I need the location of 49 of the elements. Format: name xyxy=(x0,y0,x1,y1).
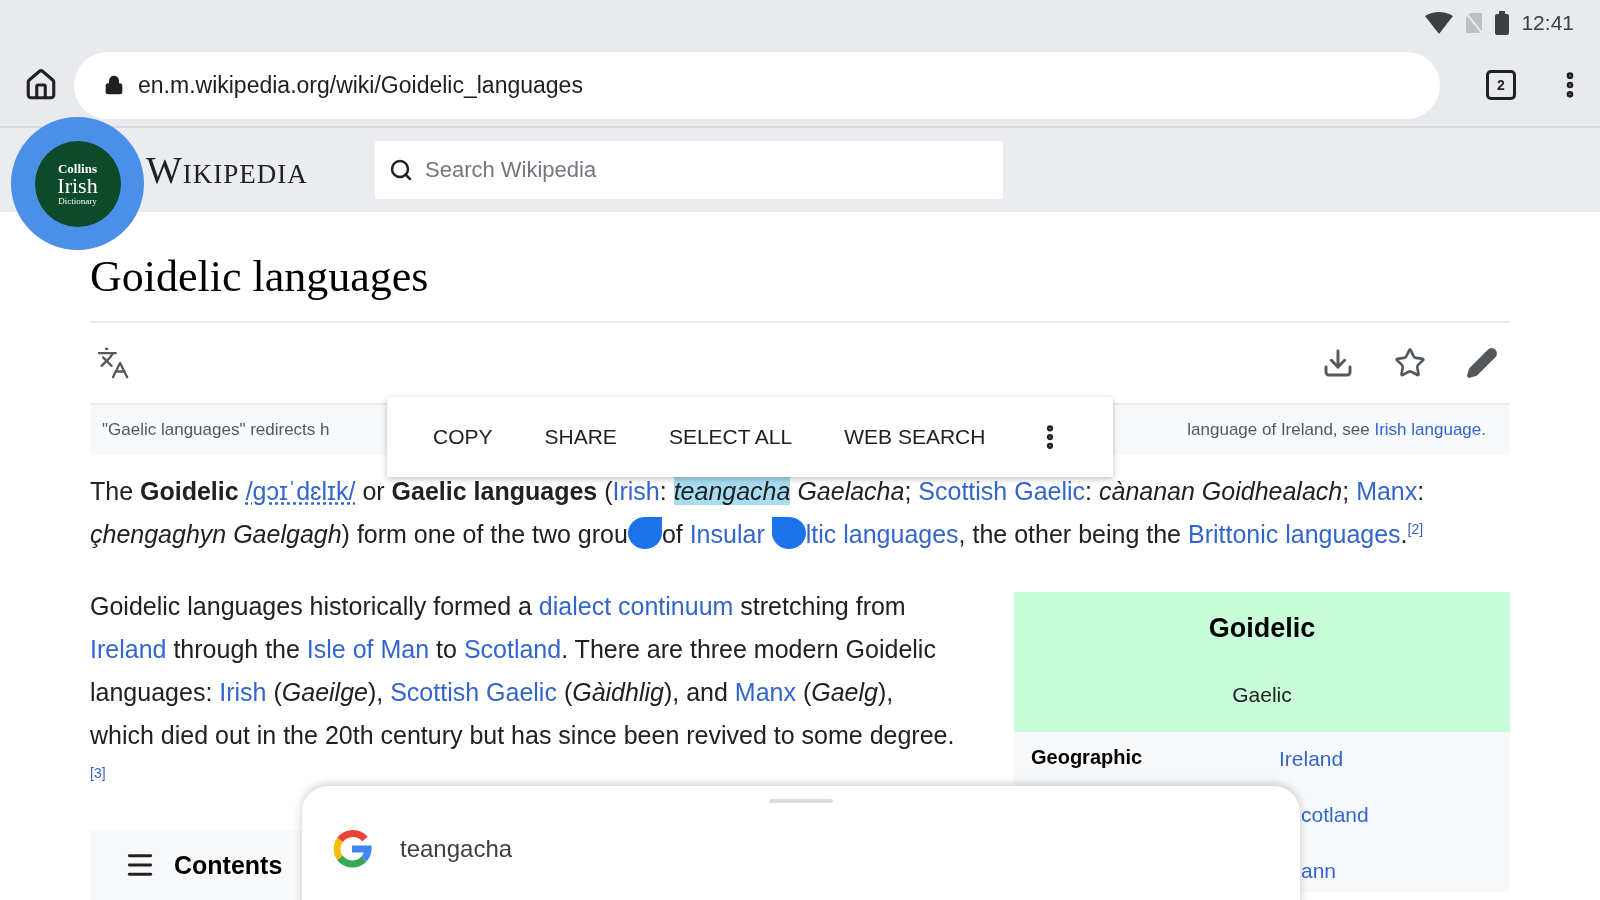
link[interactable]: ltic languages xyxy=(805,520,959,548)
page-title: Goidelic languages xyxy=(90,251,1510,323)
link[interactable]: Isle of Man xyxy=(306,635,430,663)
drag-handle[interactable] xyxy=(769,799,833,803)
link[interactable]: Scotland xyxy=(463,635,562,663)
link[interactable]: dialect continuum xyxy=(538,592,734,620)
clock-time: 12:41 xyxy=(1521,10,1574,35)
infobox-title: Goidelic xyxy=(1207,611,1317,645)
dictionary-logo: Collins Irish Dictionary xyxy=(34,140,121,227)
link[interactable]: Ireland xyxy=(1279,746,1493,772)
tab-switcher-button[interactable]: 2 xyxy=(1486,70,1516,101)
menu-item[interactable]: COPY xyxy=(407,411,519,463)
lock-icon xyxy=(104,75,124,96)
selection-handle[interactable] xyxy=(771,517,806,550)
hatnote-text: language of Ireland, see Irish language. xyxy=(1187,420,1486,440)
link[interactable]: Brittonic languages xyxy=(1187,520,1401,548)
no-sim-icon xyxy=(1465,11,1484,34)
link[interactable]: Scottish Gaelic xyxy=(390,678,557,706)
menu-item[interactable]: WEB SEARCH xyxy=(818,411,1012,463)
selected-text: teangacha xyxy=(673,477,791,505)
wifi-icon xyxy=(1425,11,1454,34)
infobox-label: Geographic xyxy=(1031,746,1144,769)
search-field[interactable]: Search Wikipedia xyxy=(375,140,1003,199)
link[interactable]: Manx xyxy=(734,678,796,706)
star-icon[interactable] xyxy=(1394,347,1426,379)
hatnote-text: "Gaelic languages" redirects h xyxy=(102,420,330,440)
link[interactable]: Ireland xyxy=(90,635,167,663)
address-bar[interactable]: en.m.wikipedia.org/wiki/Goidelic_languages xyxy=(74,51,1440,119)
link[interactable]: Irish language xyxy=(1374,420,1482,439)
download-icon[interactable] xyxy=(1322,347,1354,379)
search-icon xyxy=(389,157,413,182)
link[interactable]: Insular xyxy=(689,520,765,548)
battery-icon xyxy=(1495,10,1510,35)
translate-icon[interactable] xyxy=(96,346,130,380)
reference-link[interactable]: [2] xyxy=(1407,520,1424,537)
menu-item[interactable]: SHARE xyxy=(518,411,643,463)
link[interactable]: Irish xyxy=(612,477,660,505)
edit-icon[interactable] xyxy=(1466,347,1498,379)
search-query: teangacha xyxy=(400,835,513,863)
infobox-subtitle: Gaelic xyxy=(1231,682,1293,708)
g-logo-icon xyxy=(332,829,372,869)
menu-item[interactable]: SELECT ALL xyxy=(642,411,819,463)
link[interactable]: Irish xyxy=(219,678,267,706)
site-logo[interactable]: Wikipedia xyxy=(146,147,375,192)
link[interactable]: Manx xyxy=(1356,477,1418,505)
selection-handle[interactable] xyxy=(627,517,662,550)
reference-link[interactable]: [3] xyxy=(90,764,106,781)
link[interactable]: Scottish Gaelic xyxy=(918,477,1086,505)
pronunciation-link[interactable]: /ɡɔɪˈdɛlɪk/ xyxy=(245,477,356,505)
